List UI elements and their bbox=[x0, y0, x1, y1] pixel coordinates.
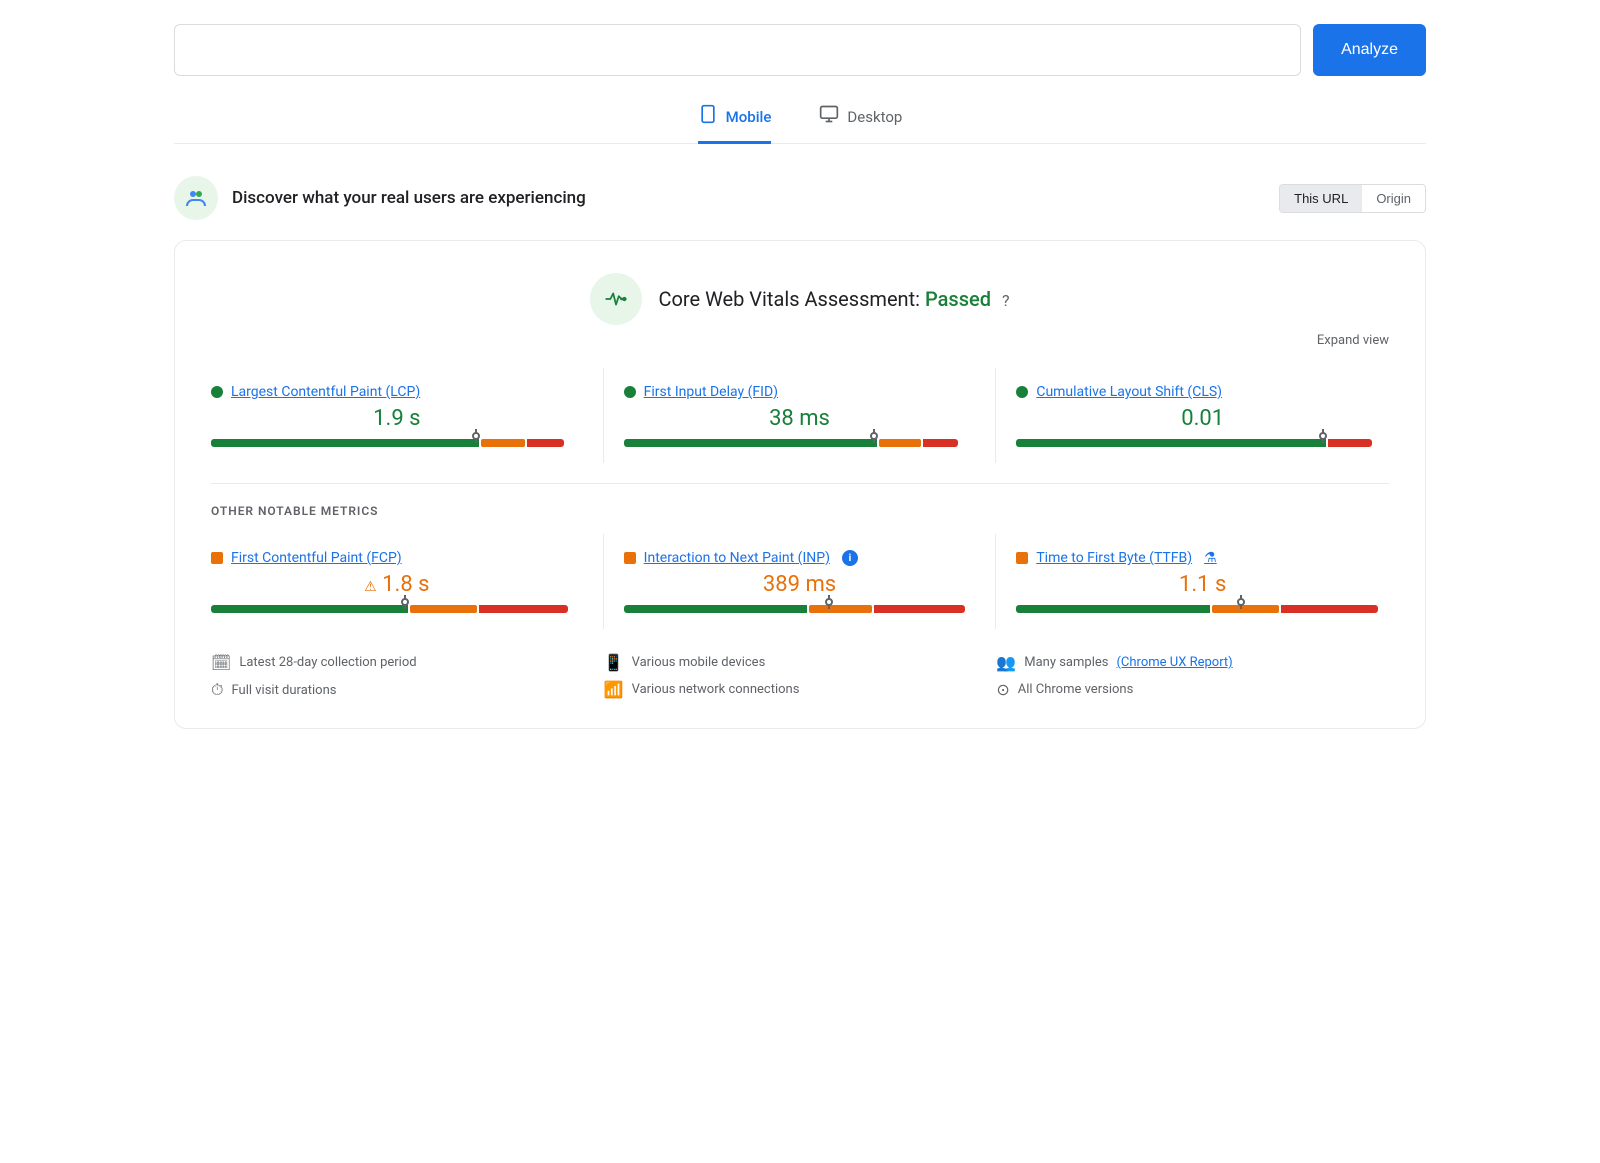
lcp-dot bbox=[211, 386, 223, 398]
footer-note-mobile-devices: 📱 Various mobile devices bbox=[604, 653, 997, 672]
url-origin-toggle: This URL Origin bbox=[1279, 184, 1426, 213]
footer-col1: 🗓 Latest 28-day collection period ⏱ Full… bbox=[211, 653, 604, 700]
calendar-icon: 🗓 bbox=[211, 653, 231, 672]
ttfb-box bbox=[1016, 552, 1028, 564]
inp-label[interactable]: Interaction to Next Paint (INP) i bbox=[624, 550, 976, 566]
inp-box bbox=[624, 552, 636, 564]
origin-button[interactable]: Origin bbox=[1362, 185, 1425, 212]
cls-dot bbox=[1016, 386, 1028, 398]
fid-bar bbox=[624, 439, 976, 447]
inp-info-icon[interactable]: i bbox=[842, 550, 858, 566]
ttfb-label[interactable]: Time to First Byte (TTFB) ⚗ bbox=[1016, 550, 1389, 566]
fid-value: 38 ms bbox=[624, 406, 976, 431]
footer-col2: 📱 Various mobile devices 📶 Various netwo… bbox=[604, 653, 997, 700]
fcp-box bbox=[211, 552, 223, 564]
this-url-button[interactable]: This URL bbox=[1280, 185, 1362, 212]
metric-ttfb: Time to First Byte (TTFB) ⚗ 1.1 s bbox=[996, 534, 1389, 629]
passed-status: Passed bbox=[925, 287, 991, 311]
vitals-icon bbox=[590, 273, 642, 325]
inp-bar bbox=[624, 605, 976, 613]
ttfb-bar bbox=[1016, 605, 1389, 613]
fcp-label[interactable]: First Contentful Paint (FCP) bbox=[211, 550, 583, 566]
inp-value: 389 ms bbox=[624, 572, 976, 597]
tab-desktop[interactable]: Desktop bbox=[819, 104, 902, 144]
footer-note-samples: 👥 Many samples (Chrome UX Report) bbox=[996, 653, 1389, 672]
chrome-icon: ⊙ bbox=[996, 680, 1009, 699]
tab-desktop-label: Desktop bbox=[847, 108, 902, 126]
samples-icon: 👥 bbox=[996, 653, 1016, 672]
lcp-label[interactable]: Largest Contentful Paint (LCP) bbox=[211, 384, 583, 400]
lcp-value: 1.9 s bbox=[211, 406, 583, 431]
metric-lcp: Largest Contentful Paint (LCP) 1.9 s bbox=[211, 368, 604, 463]
mobile-devices-icon: 📱 bbox=[604, 653, 624, 672]
desktop-icon bbox=[819, 104, 839, 129]
users-icon bbox=[174, 176, 218, 220]
analyze-button[interactable]: Analyze bbox=[1313, 24, 1426, 76]
device-tabs: Mobile Desktop bbox=[174, 104, 1426, 144]
fid-label[interactable]: First Input Delay (FID) bbox=[624, 384, 976, 400]
footer-note-network: 📶 Various network connections bbox=[604, 680, 997, 699]
metric-inp: Interaction to Next Paint (INP) i 389 ms bbox=[604, 534, 997, 629]
footer-col3: 👥 Many samples (Chrome UX Report) ⊙ All … bbox=[996, 653, 1389, 700]
fcp-bar bbox=[211, 605, 583, 613]
fcp-warning-icon: ⚠ bbox=[364, 579, 377, 595]
metrics-divider bbox=[211, 483, 1389, 484]
network-icon: 📶 bbox=[604, 680, 624, 699]
lcp-bar bbox=[211, 439, 583, 447]
footer-notes: 🗓 Latest 28-day collection period ⏱ Full… bbox=[211, 653, 1389, 700]
fid-dot bbox=[624, 386, 636, 398]
cls-bar bbox=[1016, 439, 1389, 447]
cls-value: 0.01 bbox=[1016, 406, 1389, 431]
tab-mobile-label: Mobile bbox=[726, 108, 772, 126]
section-header-left: Discover what your real users are experi… bbox=[174, 176, 586, 220]
main-metrics-grid: Largest Contentful Paint (LCP) 1.9 s Fir… bbox=[211, 368, 1389, 463]
core-vitals-header: Core Web Vitals Assessment: Passed ? bbox=[211, 273, 1389, 325]
fcp-value: ⚠ 1.8 s bbox=[211, 572, 583, 597]
url-input[interactable]: https://www.semrush.com/ bbox=[174, 24, 1301, 76]
ttfb-lab-icon[interactable]: ⚗ bbox=[1204, 550, 1217, 566]
timer-icon: ⏱ bbox=[211, 680, 223, 700]
main-card: Core Web Vitals Assessment: Passed ? Exp… bbox=[174, 240, 1426, 729]
core-vitals-title: Core Web Vitals Assessment: Passed ? bbox=[658, 287, 1009, 311]
tab-mobile[interactable]: Mobile bbox=[698, 104, 772, 144]
metric-cls: Cumulative Layout Shift (CLS) 0.01 bbox=[996, 368, 1389, 463]
ttfb-value: 1.1 s bbox=[1016, 572, 1389, 597]
chrome-ux-report-link[interactable]: (Chrome UX Report) bbox=[1116, 655, 1232, 670]
other-metrics-grid: First Contentful Paint (FCP) ⚠ 1.8 s bbox=[211, 534, 1389, 629]
footer-note-28day: 🗓 Latest 28-day collection period bbox=[211, 653, 604, 672]
help-icon[interactable]: ? bbox=[1002, 291, 1010, 310]
mobile-icon bbox=[698, 104, 718, 129]
section-header: Discover what your real users are experi… bbox=[174, 176, 1426, 220]
other-metrics-label: OTHER NOTABLE METRICS bbox=[211, 504, 1389, 518]
expand-view-link[interactable]: Expand view bbox=[211, 333, 1389, 348]
metric-fid: First Input Delay (FID) 38 ms bbox=[604, 368, 997, 463]
footer-note-visit: ⏱ Full visit durations bbox=[211, 680, 604, 700]
footer-note-chrome: ⊙ All Chrome versions bbox=[996, 680, 1389, 699]
cls-label[interactable]: Cumulative Layout Shift (CLS) bbox=[1016, 384, 1389, 400]
metric-fcp: First Contentful Paint (FCP) ⚠ 1.8 s bbox=[211, 534, 604, 629]
section-title: Discover what your real users are experi… bbox=[232, 188, 586, 208]
url-bar: https://www.semrush.com/ Analyze bbox=[174, 24, 1426, 76]
